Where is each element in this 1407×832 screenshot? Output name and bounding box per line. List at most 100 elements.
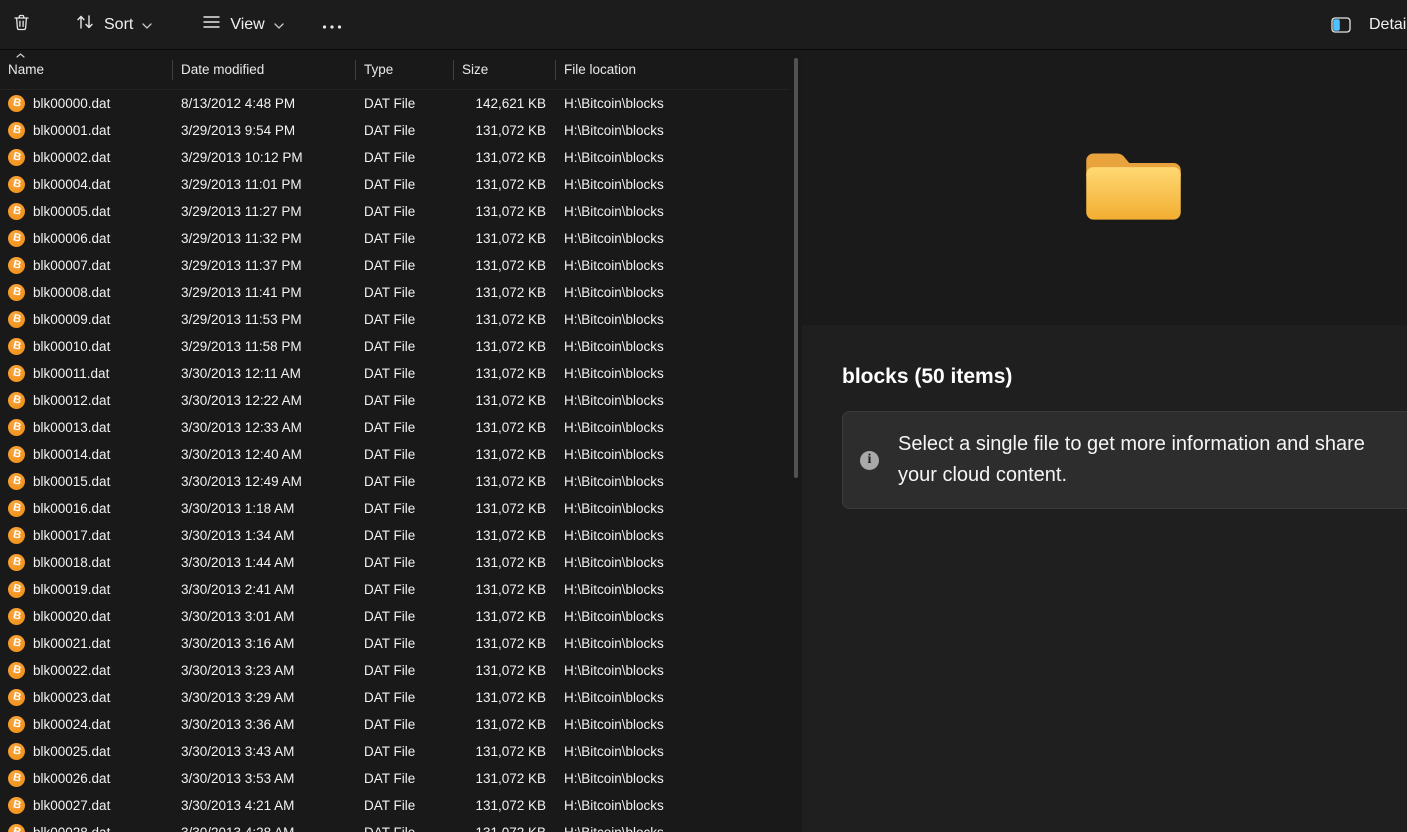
file-name: blk00001.dat [33,123,110,138]
info-circle-icon: i [860,451,879,470]
file-type: DAT File [356,798,454,813]
file-row[interactable]: B blk00014.dat 3/30/2013 12:40 AM DAT Fi… [0,441,790,468]
folder-preview [802,50,1407,325]
file-name-cell: B blk00026.dat [0,770,173,787]
file-date-modified: 3/30/2013 3:43 AM [173,744,356,759]
file-location: H:\Bitcoin\blocks [556,825,790,832]
file-name: blk00005.dat [33,204,110,219]
file-name-cell: B blk00005.dat [0,203,173,220]
file-row[interactable]: B blk00009.dat 3/29/2013 11:53 PM DAT Fi… [0,306,790,333]
file-date-modified: 3/29/2013 9:54 PM [173,123,356,138]
file-row[interactable]: B blk00017.dat 3/30/2013 1:34 AM DAT Fil… [0,522,790,549]
file-name-cell: B blk00022.dat [0,662,173,679]
file-type: DAT File [356,393,454,408]
file-row[interactable]: B blk00015.dat 3/30/2013 12:49 AM DAT Fi… [0,468,790,495]
file-name-cell: B blk00021.dat [0,635,173,652]
bitcoin-coin-icon: B [8,176,25,193]
file-location: H:\Bitcoin\blocks [556,420,790,435]
file-row[interactable]: B blk00010.dat 3/29/2013 11:58 PM DAT Fi… [0,333,790,360]
file-name: blk00018.dat [33,555,110,570]
file-row[interactable]: B blk00005.dat 3/29/2013 11:27 PM DAT Fi… [0,198,790,225]
file-row[interactable]: B blk00002.dat 3/29/2013 10:12 PM DAT Fi… [0,144,790,171]
scrollbar-thumb[interactable] [794,58,798,478]
column-header-date-modified[interactable]: Date modified [173,50,356,89]
file-row[interactable]: B blk00000.dat 8/13/2012 4:48 PM DAT Fil… [0,90,790,117]
file-row[interactable]: B blk00020.dat 3/30/2013 3:01 AM DAT Fil… [0,603,790,630]
file-rows: B blk00000.dat 8/13/2012 4:48 PM DAT Fil… [0,90,790,832]
file-row[interactable]: B blk00001.dat 3/29/2013 9:54 PM DAT Fil… [0,117,790,144]
column-header-type[interactable]: Type [356,50,454,89]
trash-icon [12,13,31,37]
file-size: 131,072 KB [454,285,556,300]
bitcoin-coin-icon: B [8,824,25,832]
file-row[interactable]: B blk00024.dat 3/30/2013 3:36 AM DAT Fil… [0,711,790,738]
file-row[interactable]: B blk00011.dat 3/30/2013 12:11 AM DAT Fi… [0,360,790,387]
file-size: 131,072 KB [454,582,556,597]
file-size: 131,072 KB [454,636,556,651]
file-location: H:\Bitcoin\blocks [556,123,790,138]
file-row[interactable]: B blk00023.dat 3/30/2013 3:29 AM DAT Fil… [0,684,790,711]
sort-ascending-icon [16,53,25,58]
file-name: blk00023.dat [33,690,110,705]
file-name-cell: B blk00028.dat [0,824,173,832]
file-row[interactable]: B blk00016.dat 3/30/2013 1:18 AM DAT Fil… [0,495,790,522]
file-name-cell: B blk00027.dat [0,797,173,814]
file-row[interactable]: B blk00004.dat 3/29/2013 11:01 PM DAT Fi… [0,171,790,198]
file-size: 131,072 KB [454,825,556,832]
file-type: DAT File [356,204,454,219]
bitcoin-coin-icon: B [8,122,25,139]
file-row[interactable]: B blk00018.dat 3/30/2013 1:44 AM DAT Fil… [0,549,790,576]
file-date-modified: 3/30/2013 2:41 AM [173,582,356,597]
file-name: blk00000.dat [33,96,110,111]
file-row[interactable]: B blk00008.dat 3/29/2013 11:41 PM DAT Fi… [0,279,790,306]
sort-button-label: Sort [104,16,133,34]
details-pane: blocks (50 items) i Select a single file… [802,50,1407,832]
file-name-cell: B blk00001.dat [0,122,173,139]
file-row[interactable]: B blk00007.dat 3/29/2013 11:37 PM DAT Fi… [0,252,790,279]
file-name-cell: B blk00002.dat [0,149,173,166]
chevron-down-icon [142,16,152,34]
file-row[interactable]: B blk00022.dat 3/30/2013 3:23 AM DAT Fil… [0,657,790,684]
file-size: 131,072 KB [454,474,556,489]
panel-details-icon [1331,17,1351,33]
bitcoin-coin-icon: B [8,257,25,274]
file-size: 131,072 KB [454,528,556,543]
file-location: H:\Bitcoin\blocks [556,609,790,624]
file-row[interactable]: B blk00021.dat 3/30/2013 3:16 AM DAT Fil… [0,630,790,657]
column-header-name[interactable]: Name [0,50,173,89]
bitcoin-coin-icon: B [8,608,25,625]
file-row[interactable]: B blk00028.dat 3/30/2013 4:28 AM DAT Fil… [0,819,790,832]
column-header-label: Name [8,62,44,77]
file-size: 131,072 KB [454,501,556,516]
file-row[interactable]: B blk00006.dat 3/29/2013 11:32 PM DAT Fi… [0,225,790,252]
column-header-size[interactable]: Size [454,50,556,89]
file-row[interactable]: B blk00013.dat 3/30/2013 12:33 AM DAT Fi… [0,414,790,441]
file-row[interactable]: B blk00019.dat 3/30/2013 2:41 AM DAT Fil… [0,576,790,603]
file-type: DAT File [356,555,454,570]
folder-icon [1052,144,1157,231]
file-size: 131,072 KB [454,231,556,246]
file-type: DAT File [356,231,454,246]
vertical-scrollbar[interactable] [790,50,802,832]
sort-button[interactable]: Sort [65,5,162,44]
view-button[interactable]: View [192,6,293,43]
column-header-file-location[interactable]: File location [556,50,790,89]
file-date-modified: 3/30/2013 12:11 AM [173,366,356,381]
bitcoin-coin-icon: B [8,230,25,247]
file-date-modified: 3/30/2013 4:21 AM [173,798,356,813]
bitcoin-coin-icon: B [8,392,25,409]
file-row[interactable]: B blk00026.dat 3/30/2013 3:53 AM DAT Fil… [0,765,790,792]
list-lines-icon [202,14,221,35]
file-name: blk00015.dat [33,474,110,489]
more-options-button[interactable] [318,8,346,42]
delete-button[interactable] [8,5,35,45]
file-name: blk00007.dat [33,258,110,273]
file-row[interactable]: B blk00027.dat 3/30/2013 4:21 AM DAT Fil… [0,792,790,819]
file-row[interactable]: B blk00012.dat 3/30/2013 12:22 AM DAT Fi… [0,387,790,414]
info-card: i Select a single file to get more infor… [842,411,1407,509]
details-toggle-button[interactable]: Details [1331,8,1407,42]
bitcoin-coin-icon: B [8,95,25,112]
file-date-modified: 3/30/2013 1:34 AM [173,528,356,543]
file-row[interactable]: B blk00025.dat 3/30/2013 3:43 AM DAT Fil… [0,738,790,765]
file-name-cell: B blk00011.dat [0,365,173,382]
